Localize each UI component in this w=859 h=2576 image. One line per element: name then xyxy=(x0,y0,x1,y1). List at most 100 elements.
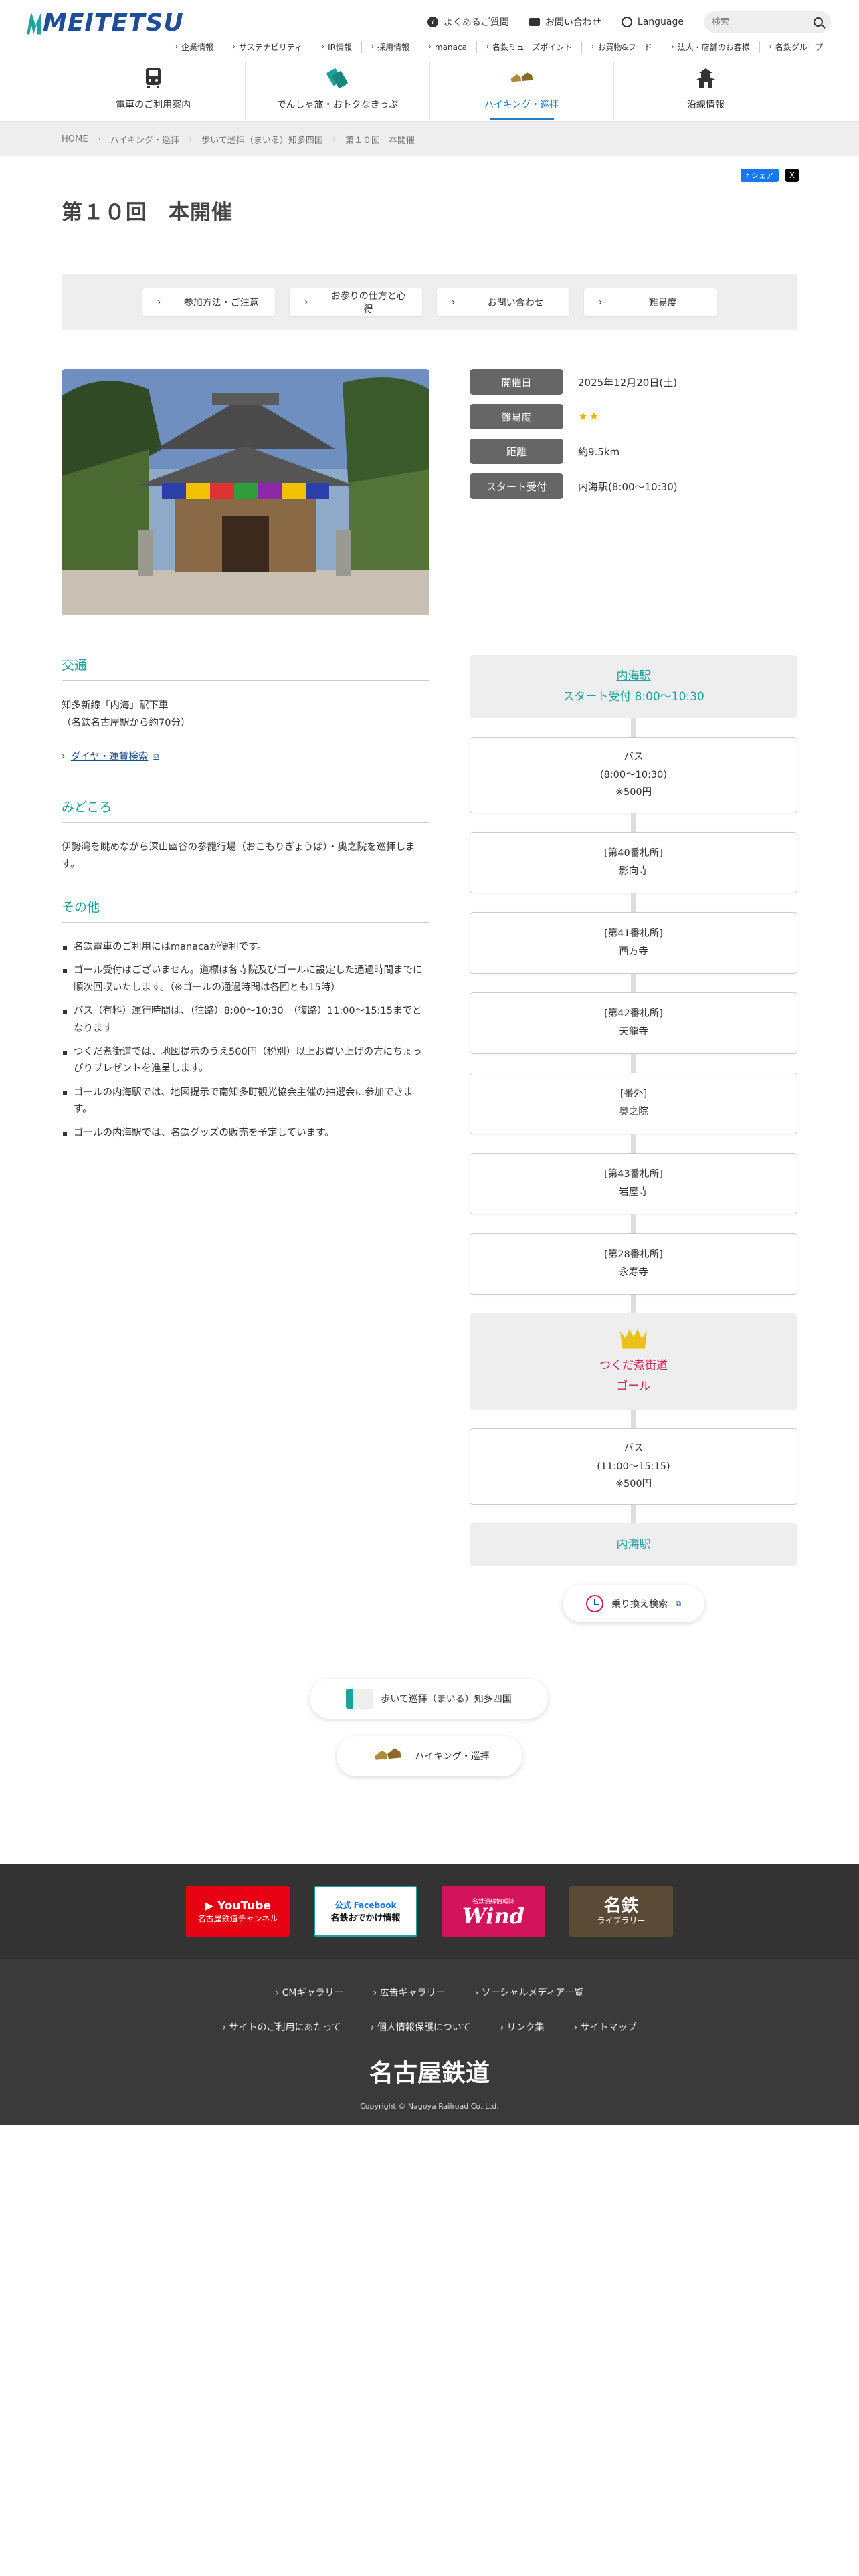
hiking-shoes-icon xyxy=(510,66,534,90)
subnav-item[interactable]: › 企業情報 xyxy=(166,41,223,53)
facebook-banner[interactable]: 公式 Facebook 名鉄おでかけ情報 xyxy=(314,1886,417,1937)
nav-tickets[interactable]: でんしゃ旅・おトクなきっぷ xyxy=(245,62,429,120)
mail-icon xyxy=(529,18,540,26)
copyright: Copyright © Nagoya Railroad Co.,Ltd. xyxy=(360,2102,499,2111)
chevron-right-icon: › xyxy=(599,297,603,308)
footer-links-row: サイトのご利用にあたって 個人情報保護について リンク集 サイトマップ xyxy=(0,1999,859,2034)
breadcrumb-item[interactable]: HOME xyxy=(62,134,88,144)
section-heading: 交通 xyxy=(62,655,430,681)
subnav-item[interactable]: › 法人・店舗のお客様 xyxy=(661,41,759,53)
highlight-text: 伊勢湾を眺めながら深山幽谷の参籠行場（おこもりぎょうば）・奥之院を巡拝します。 xyxy=(62,842,415,871)
map-icon xyxy=(346,1689,373,1709)
chevron-right-icon: › xyxy=(189,134,193,144)
footer-link[interactable]: リンク集 xyxy=(500,2020,545,2034)
route-stop: [第41番札所] 西方寺 xyxy=(470,912,797,974)
logo[interactable]: MEITETSU xyxy=(27,9,184,37)
castle-icon xyxy=(694,66,718,90)
wind-banner[interactable]: 名鉄沿線情報誌 Wind xyxy=(442,1886,545,1937)
tab-etiquette[interactable]: › お参りの仕方と心得 xyxy=(290,288,422,316)
start-station-link[interactable]: 内海駅 xyxy=(470,666,797,687)
footer-link[interactable]: CMギャラリー xyxy=(276,1985,344,1999)
end-station-link[interactable]: 内海駅 xyxy=(470,1535,797,1555)
page-title: 第１０回 本開催 xyxy=(62,201,233,225)
footer-link[interactable]: 個人情報保護について xyxy=(371,2020,471,2034)
ticket-icon xyxy=(325,66,349,90)
route-connector xyxy=(631,1214,636,1233)
x-share-button[interactable]: X xyxy=(785,169,799,182)
route-connector xyxy=(631,1505,636,1523)
footer-banners: ▶ YouTube 名古屋鉄道チャンネル 公式 Facebook 名鉄おでかけ情… xyxy=(0,1864,859,1959)
info-row-difficulty: 難易度 ★★ xyxy=(470,404,797,429)
route-connector xyxy=(631,1134,636,1153)
nav-area-info[interactable]: 沿線情報 xyxy=(613,62,797,120)
chevron-right-icon: › xyxy=(157,297,161,308)
tab-participation[interactable]: › 参加方法・ご注意 xyxy=(142,288,275,316)
list-item: バス（有料）運行時間は、（往路）8:00〜10:30 （復路）11:00〜15:… xyxy=(62,1003,430,1037)
subnav-item[interactable]: › 名鉄グループ xyxy=(759,41,832,53)
route-connector xyxy=(631,1295,636,1313)
search-icon[interactable] xyxy=(814,17,823,27)
transport-line: 知多新線「内海」駅下車 xyxy=(62,700,169,711)
chita-shikoku-link[interactable]: 歩いて巡拝（まいる）知多四国 xyxy=(310,1679,548,1719)
section-heading: その他 xyxy=(62,897,430,923)
site-header: MEITETSU ?よくあるご質問 お問い合わせ Language ›企業情報 … xyxy=(0,0,859,122)
transfer-search-button[interactable]: 乗り換え検索 ⧉ xyxy=(563,1585,704,1622)
subnav-item[interactable]: › サステナビリティ xyxy=(223,41,312,53)
footer-link[interactable]: サイトのご利用にあたって xyxy=(222,2020,341,2034)
subnav-item[interactable]: › IR情報 xyxy=(312,41,361,53)
route-connector xyxy=(631,1410,636,1428)
route-connector xyxy=(631,718,636,737)
list-item: ゴール受付はございません。道標は各寺院及びゴールに設定した通過時間までに順次回収… xyxy=(62,962,430,996)
footer-link[interactable]: 広告ギャラリー xyxy=(373,1985,446,1999)
hiking-link[interactable]: ハイキング・巡拝 xyxy=(337,1736,522,1776)
temple-photo xyxy=(62,369,430,615)
youtube-banner[interactable]: ▶ YouTube 名古屋鉄道チャンネル xyxy=(186,1886,290,1937)
list-item: つくだ煮街道では、地図提示のうえ500円（税別）以上お買い上げの方にちょっぴりプ… xyxy=(62,1044,430,1078)
breadcrumb-item[interactable]: 歩いて巡拝（まいる）知多四国 xyxy=(201,133,323,146)
search-input[interactable] xyxy=(712,17,805,27)
route-stop: [第43番札所] 岩屋寺 xyxy=(470,1153,797,1214)
list-item: ゴールの内海駅では、名鉄グッズの販売を予定しています。 xyxy=(62,1125,430,1142)
breadcrumb-item[interactable]: ハイキング・巡拝 xyxy=(110,133,179,146)
other-section: その他 名鉄電車のご利用にはmanacaが便利です。 ゴール受付はございません。… xyxy=(62,897,430,1149)
subnav-item[interactable]: › お買物&フード xyxy=(581,41,661,53)
facebook-icon: 公式 Facebook xyxy=(335,1901,397,1910)
facebook-share-button[interactable]: f シェア xyxy=(741,169,779,182)
nav-train[interactable]: 電車のご利用案内 xyxy=(62,62,245,120)
route-bus: バス (11:00〜15:15) ※500円 xyxy=(470,1428,797,1505)
route-end: 内海駅 xyxy=(470,1523,797,1566)
logo-mark-icon xyxy=(27,11,41,35)
language-link[interactable]: Language xyxy=(621,17,684,27)
footer-brand: 名古屋鉄道 xyxy=(369,2060,490,2087)
main-navigation: 電車のご利用案内 でんしゃ旅・おトクなきっぷ ハイキング・巡拝 沿線情報 xyxy=(62,62,797,120)
crown-icon xyxy=(620,1329,647,1349)
timetable-search-link[interactable]: › ダイヤ・運賃検索 ⧉ xyxy=(62,749,430,763)
hiking-shoes-icon xyxy=(369,1746,407,1766)
footer-link[interactable]: ソーシャルメディア一覧 xyxy=(475,1985,584,1999)
route-connector xyxy=(631,893,636,912)
library-banner[interactable]: 名鉄 ライブラリー xyxy=(569,1886,673,1937)
youtube-icon: ▶ YouTube xyxy=(204,1899,272,1913)
subnav-item[interactable]: › 名鉄ミューズポイント xyxy=(476,41,581,53)
external-link-icon: ⧉ xyxy=(676,1599,681,1608)
contact-link[interactable]: お問い合わせ xyxy=(529,15,601,29)
external-link-icon: ⧉ xyxy=(153,751,159,760)
list-item: 名鉄電車のご利用にはmanacaが便利です。 xyxy=(62,939,430,956)
route-goal: つくだ煮街道 ゴール xyxy=(470,1313,797,1410)
search-box xyxy=(704,11,831,33)
chevron-right-icon: › xyxy=(62,750,66,762)
faq-link[interactable]: ? よくあるご質問 xyxy=(427,15,509,29)
chevron-right-icon: › xyxy=(304,297,308,308)
tab-difficulty[interactable]: › 難易度 xyxy=(584,288,717,316)
subnav-item[interactable]: › 採用情報 xyxy=(361,41,419,53)
route-stop: [第28番札所] 永寿寺 xyxy=(470,1233,797,1295)
facebook-icon: f xyxy=(746,171,749,180)
share-buttons: f シェア X xyxy=(741,169,799,182)
route-connector xyxy=(631,974,636,992)
train-icon xyxy=(141,66,165,90)
route-connector xyxy=(631,813,636,832)
subnav-item[interactable]: › manaca xyxy=(418,41,476,53)
footer-link[interactable]: サイトマップ xyxy=(574,2020,637,2034)
nav-hiking[interactable]: ハイキング・巡拝 xyxy=(429,62,613,120)
tab-contact[interactable]: › お問い合わせ xyxy=(437,288,569,316)
